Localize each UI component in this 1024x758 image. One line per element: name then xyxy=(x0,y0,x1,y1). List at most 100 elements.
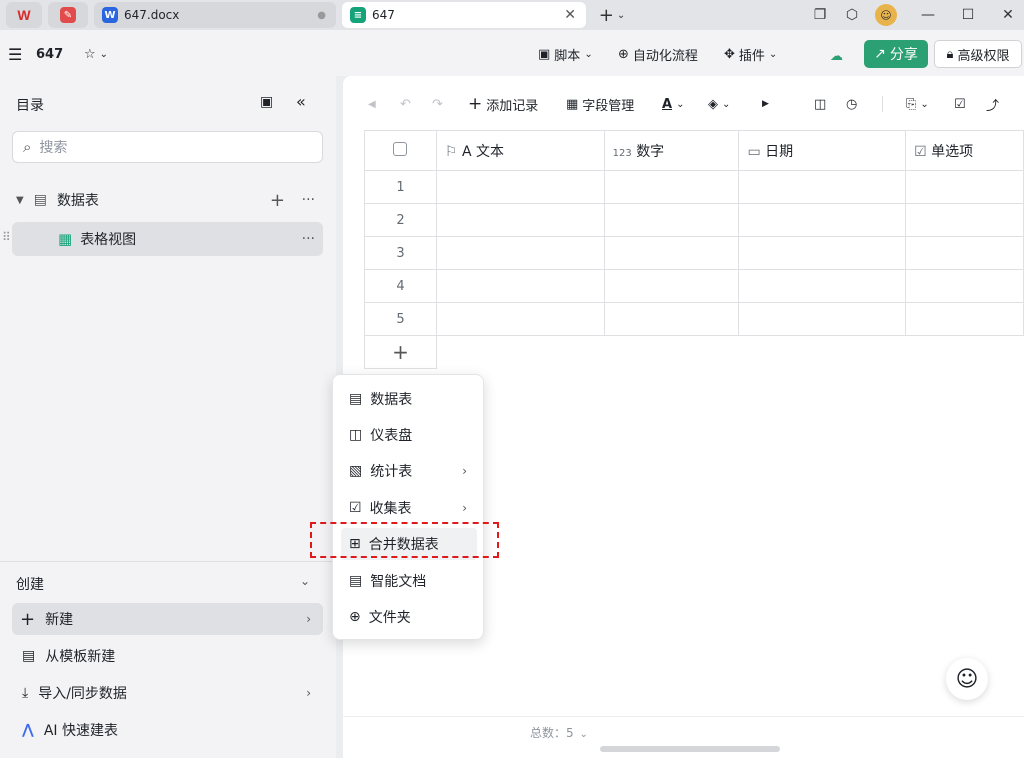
undo-button[interactable]: ↶ xyxy=(400,94,411,114)
menu-item-folder[interactable]: ⊕ 文件夹 xyxy=(341,601,477,633)
menu-item-smart-doc[interactable]: ▤ 智能文档 xyxy=(341,565,477,597)
share-view-button[interactable]: ⤴ xyxy=(986,94,999,114)
menu-item-dashboard[interactable]: ◫ 仪表盘 xyxy=(341,419,477,451)
cell[interactable] xyxy=(603,170,740,204)
export-button[interactable]: ⎘ ⌄ xyxy=(906,94,929,114)
add-row-button[interactable]: + xyxy=(364,335,437,369)
close-tab-icon[interactable]: ✕ xyxy=(564,7,576,23)
plugin-button[interactable]: ✥ 插件 ⌄ xyxy=(724,42,777,66)
cell[interactable] xyxy=(905,269,1024,303)
sidebar-search-input[interactable]: ⌕ 搜索 xyxy=(12,131,323,163)
template-icon: ▤ xyxy=(22,648,36,664)
new-tab-button[interactable]: + ⌄ xyxy=(594,4,630,26)
ai-quick-table-button[interactable]: ⋀ AI 快速建表 xyxy=(12,714,323,746)
column-header-number[interactable]: 123 数字 xyxy=(603,130,740,171)
add-record-button[interactable]: + 添加记录 xyxy=(468,94,538,114)
table-row[interactable]: 3 xyxy=(364,236,1024,270)
cell[interactable] xyxy=(738,236,907,270)
sidebar-item-datatable[interactable]: ▼ ▤ 数据表 + ··· xyxy=(12,184,323,216)
cell[interactable] xyxy=(435,302,605,336)
add-icon[interactable]: + xyxy=(270,190,285,211)
horizontal-scrollbar[interactable] xyxy=(600,746,780,752)
cell[interactable] xyxy=(905,203,1024,237)
tab-wps-home[interactable]: W xyxy=(6,2,42,28)
sidebar-toggle-button[interactable]: ▣ xyxy=(260,94,273,110)
cell[interactable] xyxy=(435,170,605,204)
tab-647-docx[interactable]: W 647.docx ● xyxy=(94,2,336,28)
cell[interactable] xyxy=(738,302,907,336)
create-from-template-button[interactable]: ▤ 从模板新建 xyxy=(12,640,323,672)
cell[interactable] xyxy=(905,302,1024,336)
plugin-label: 插件 xyxy=(738,48,765,64)
fill-color-button[interactable]: ◈ ⌄ xyxy=(708,94,730,114)
create-new-label: 新建 xyxy=(45,612,74,628)
cloud-check-icon: ☁ xyxy=(830,48,843,64)
menu-item-form[interactable]: ☑ 收集表 › xyxy=(341,492,477,524)
more-icon[interactable]: ··· xyxy=(302,231,315,247)
column-header-text[interactable]: ⚐ A 文本 xyxy=(435,130,605,171)
cell[interactable] xyxy=(435,269,605,303)
import-sync-button[interactable]: ⤓ 导入/同步数据 › xyxy=(12,677,323,709)
sidebar-item-grid-view[interactable]: ▦ 表格视图 ··· xyxy=(12,222,323,256)
menu-button[interactable]: ☰ xyxy=(8,42,22,66)
script-button[interactable]: ▣ 脚本 ⌄ xyxy=(538,42,593,66)
assistant-button[interactable]: ☺ xyxy=(946,658,988,700)
table-row[interactable]: 1 xyxy=(364,170,1024,204)
cell[interactable] xyxy=(738,170,907,204)
field-manage-button[interactable]: ▦ 字段管理 xyxy=(566,94,634,114)
form-button[interactable]: ☑ xyxy=(954,94,966,114)
menu-item-stats-table[interactable]: ▧ 统计表 › xyxy=(341,455,477,487)
cell[interactable] xyxy=(905,170,1024,204)
field-manage-label: 字段管理 xyxy=(582,98,635,114)
cell[interactable] xyxy=(603,203,740,237)
row-number: 1 xyxy=(364,170,437,204)
collapse-sidebar-button[interactable]: « xyxy=(296,92,306,111)
add-row[interactable]: + xyxy=(364,335,1024,369)
cell[interactable] xyxy=(435,203,605,237)
column-header-single-select[interactable]: ☑ 单选项 xyxy=(905,130,1024,171)
automation-button[interactable]: ⊕ 自动化流程 xyxy=(618,42,698,66)
window-layout-button[interactable]: ❐ xyxy=(808,4,832,26)
cube-button[interactable]: ⬡ xyxy=(840,4,864,26)
history-button[interactable]: ◷ xyxy=(846,94,857,114)
more-tools-button[interactable]: ▶ xyxy=(762,94,769,114)
cell[interactable] xyxy=(905,236,1024,270)
cell[interactable] xyxy=(603,236,740,270)
minimize-button[interactable]: — xyxy=(916,4,940,26)
text-color-button[interactable]: A ⌄ xyxy=(662,94,684,114)
avatar[interactable]: ☺ xyxy=(874,4,898,26)
favorite-button[interactable]: ☆ ⌄ xyxy=(84,42,108,66)
more-icon[interactable]: ··· xyxy=(302,192,315,208)
prev-button[interactable]: ◀ xyxy=(368,94,376,114)
doc-title[interactable]: 647 xyxy=(36,42,63,66)
close-window-button[interactable]: ✕ xyxy=(996,4,1020,26)
select-all-checkbox[interactable] xyxy=(364,130,437,171)
table-row[interactable]: 2 xyxy=(364,203,1024,237)
cell[interactable] xyxy=(435,236,605,270)
cell[interactable] xyxy=(603,269,740,303)
total-count-label: 总数：5 xyxy=(530,726,574,740)
share-button[interactable]: ↗ 分享 xyxy=(864,40,928,68)
tab-label: 647.docx xyxy=(124,8,180,22)
text-field-type-icon: A xyxy=(461,143,472,160)
menu-item-datatable[interactable]: ▤ 数据表 xyxy=(341,383,477,415)
redo-button[interactable]: ↷ xyxy=(432,94,443,114)
permission-button[interactable]: 🔒︎ 高级权限 xyxy=(934,40,1022,68)
table-row[interactable]: 4 xyxy=(364,269,1024,303)
chevron-down-icon[interactable]: ⌄ xyxy=(579,729,587,740)
checkbox-icon xyxy=(393,141,408,156)
tab-647-base[interactable]: ≡ 647 ✕ xyxy=(342,2,586,28)
cell[interactable] xyxy=(603,302,740,336)
tab-pdf[interactable]: ✎ xyxy=(48,2,88,28)
cloud-sync-button[interactable]: ☁ xyxy=(830,44,843,68)
create-new-button[interactable]: + 新建 › xyxy=(12,603,323,635)
dashboard-button[interactable]: ◫ xyxy=(814,94,826,114)
chevron-down-icon[interactable]: ⌄ xyxy=(300,574,310,588)
column-header-date[interactable]: ▭ 日期 xyxy=(738,130,907,171)
permission-label: 高级权限 xyxy=(957,48,1010,64)
maximize-button[interactable]: ☐ xyxy=(956,4,980,26)
cell[interactable] xyxy=(738,269,907,303)
table-row[interactable]: 5 xyxy=(364,302,1024,336)
cell[interactable] xyxy=(738,203,907,237)
drag-handle-icon[interactable]: ⠿ xyxy=(2,230,11,244)
